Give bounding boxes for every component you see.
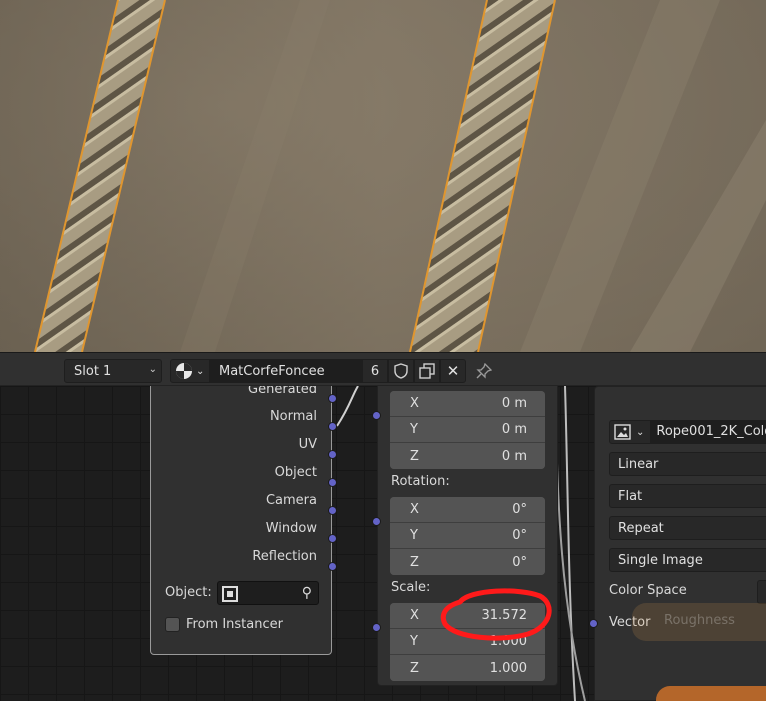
unlink-material-button[interactable]: ✕ [440, 359, 466, 383]
location-x-field[interactable]: X 0 m [390, 391, 545, 417]
extension-dropdown[interactable]: Repeat [609, 516, 766, 540]
axis-label: Z [410, 660, 419, 676]
field-value: 0° [512, 502, 527, 517]
interpolation-dropdown[interactable]: Linear [609, 452, 766, 476]
object-field[interactable]: ⚲ [217, 581, 319, 605]
output-reflection: Reflection [252, 549, 317, 564]
object-icon [222, 586, 238, 602]
shield-icon [394, 363, 408, 379]
material-name-field[interactable]: MatCorfeFoncee [210, 359, 362, 383]
socket-mapping-location[interactable] [372, 411, 381, 420]
axis-label: X [410, 396, 419, 411]
field-value: 0 m [501, 422, 527, 437]
ghost-node: Roughness [632, 603, 766, 641]
socket-camera[interactable] [328, 506, 337, 515]
user-count-button[interactable]: 6 [362, 359, 388, 383]
axis-label: Z [410, 448, 419, 464]
socket-normal[interactable] [328, 422, 337, 431]
scale-label: Scale: [391, 580, 431, 595]
image-icon [614, 424, 631, 440]
duplicate-icon [419, 363, 435, 379]
chevron-down-icon: ⌄ [196, 365, 205, 377]
texture-coordinate-node[interactable]: Generated Normal UV Object Camera Window… [150, 386, 337, 655]
image-texture-node[interactable]: ⌄ Rope001_2K_Colo Linear Flat Repeat Sin… [594, 386, 766, 701]
location-y-field[interactable]: Y 0 m [390, 417, 545, 443]
scale-z-field[interactable]: Z 1.000 [390, 655, 545, 681]
chevron-down-icon: ⌄ [636, 426, 645, 438]
extension-value: Repeat [618, 520, 664, 536]
field-value: 0 m [501, 396, 527, 411]
field-value: 0° [512, 554, 527, 570]
color-space-label: Color Space [609, 583, 687, 598]
eyedropper-icon[interactable]: ⚲ [302, 585, 312, 601]
slot-label: Slot 1 [74, 363, 112, 379]
projection-value: Flat [618, 488, 643, 504]
axis-label: X [410, 608, 419, 623]
axis-label: Y [410, 634, 418, 649]
from-instancer-checkbox[interactable] [165, 617, 180, 632]
ghost-label: Roughness [664, 613, 735, 628]
material-sphere-icon [176, 363, 192, 379]
source-value: Single Image [618, 552, 703, 568]
output-uv: UV [298, 437, 317, 452]
socket-uv[interactable] [328, 450, 337, 459]
socket-mapping-scale[interactable] [372, 623, 381, 632]
image-selector[interactable]: ⌄ Rope001_2K_Colo [609, 420, 766, 444]
material-name: MatCorfeFoncee [219, 363, 325, 379]
socket-image-vector[interactable] [589, 619, 598, 628]
slot-dropdown[interactable]: Slot 1 ⌄ [64, 359, 162, 383]
output-window: Window [265, 521, 317, 536]
rotation-vector[interactable]: X 0° Y 0° Z 0° [390, 497, 545, 575]
object-label: Object: [165, 585, 212, 600]
socket-object[interactable] [328, 478, 337, 487]
output-generated: Generated [248, 386, 317, 397]
3d-viewport[interactable] [0, 0, 766, 352]
pin-icon [476, 363, 492, 379]
fake-user-button[interactable] [388, 359, 414, 383]
interpolation-value: Linear [618, 456, 659, 472]
rope-render [0, 0, 766, 352]
output-object: Object [274, 465, 317, 480]
node-editor-header: Slot 1 ⌄ ⌄ MatCorfeFoncee 6 ✕ [0, 352, 766, 386]
socket-generated[interactable] [328, 394, 337, 403]
close-icon: ✕ [446, 362, 460, 380]
duplicate-material-button[interactable] [414, 359, 440, 383]
field-value: 1.000 [489, 660, 527, 676]
output-camera: Camera [265, 493, 317, 508]
chevron-down-icon: ⌄ [148, 364, 157, 375]
axis-label: X [410, 502, 419, 517]
annotation-circle [440, 588, 552, 641]
axis-label: Z [410, 554, 419, 570]
field-value: 0 m [501, 448, 527, 464]
rotation-x-field[interactable]: X 0° [390, 497, 545, 523]
node-editor-canvas[interactable]: Generated Normal UV Object Camera Window… [0, 386, 766, 701]
axis-label: Y [410, 422, 418, 437]
source-dropdown[interactable]: Single Image [609, 548, 766, 572]
rotation-z-field[interactable]: Z 0° [390, 549, 545, 575]
field-value: 0° [512, 528, 527, 543]
axis-label: Y [410, 528, 418, 543]
color-space-dropdown[interactable] [757, 580, 766, 604]
pin-button[interactable] [472, 359, 496, 383]
from-instancer-label: From Instancer [186, 617, 283, 632]
orange-node-header [656, 686, 766, 701]
location-z-field[interactable]: Z 0 m [390, 443, 545, 469]
projection-dropdown[interactable]: Flat [609, 484, 766, 508]
browse-material-button[interactable]: ⌄ [170, 359, 210, 383]
rotation-label: Rotation: [391, 474, 450, 489]
user-count: 6 [370, 363, 380, 379]
location-vector[interactable]: X 0 m Y 0 m Z 0 m [390, 391, 545, 469]
socket-mapping-rotation[interactable] [372, 517, 381, 526]
socket-reflection[interactable] [328, 562, 337, 571]
from-instancer-option[interactable]: From Instancer [165, 617, 283, 632]
rotation-y-field[interactable]: Y 0° [390, 523, 545, 549]
image-name: Rope001_2K_Colo [650, 421, 766, 443]
mapping-node[interactable]: X 0 m Y 0 m Z 0 m Rotation: X 0° Y 0° Z 0° Sca… [377, 386, 558, 686]
output-normal: Normal [269, 409, 317, 424]
socket-window[interactable] [328, 534, 337, 543]
